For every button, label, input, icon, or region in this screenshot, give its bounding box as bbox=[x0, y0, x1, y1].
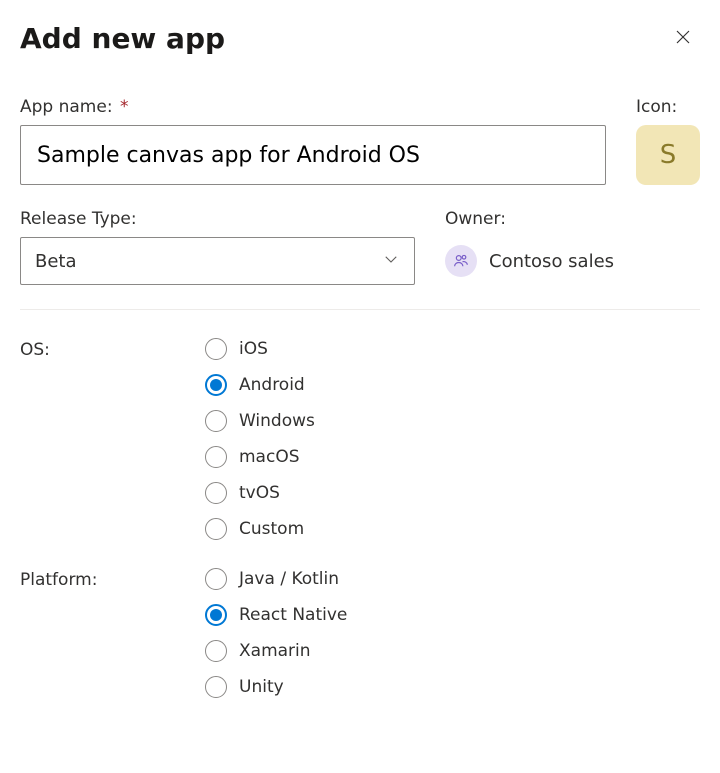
icon-label: Icon: bbox=[636, 97, 700, 117]
app-name-input[interactable] bbox=[20, 125, 606, 185]
os-option-label: tvOS bbox=[239, 483, 280, 503]
chevron-down-icon bbox=[382, 250, 400, 273]
owner-display[interactable]: Contoso sales bbox=[445, 237, 700, 285]
owner-label: Owner: bbox=[445, 209, 700, 229]
divider bbox=[20, 309, 700, 310]
os-option-label: Custom bbox=[239, 519, 304, 539]
radio-dot-icon bbox=[210, 609, 222, 621]
platform-option-label: React Native bbox=[239, 605, 347, 625]
platform-radio-group: Java / Kotlin React Native Xamarin Unity bbox=[205, 568, 347, 698]
radio-icon bbox=[205, 640, 227, 662]
release-type-label: Release Type: bbox=[20, 209, 415, 229]
radio-icon bbox=[205, 482, 227, 504]
platform-option-label: Java / Kotlin bbox=[239, 569, 339, 589]
platform-option[interactable]: Xamarin bbox=[205, 640, 347, 662]
owner-name: Contoso sales bbox=[489, 251, 614, 272]
radio-icon bbox=[205, 446, 227, 468]
os-option-label: Android bbox=[239, 375, 305, 395]
radio-icon bbox=[205, 568, 227, 590]
os-option-label: macOS bbox=[239, 447, 300, 467]
close-icon bbox=[674, 28, 692, 49]
app-name-label: App name: * bbox=[20, 97, 606, 117]
release-type-select[interactable]: Beta bbox=[20, 237, 415, 285]
platform-option[interactable]: React Native bbox=[205, 604, 347, 626]
platform-option-label: Xamarin bbox=[239, 641, 311, 661]
release-type-value: Beta bbox=[35, 251, 77, 272]
radio-icon bbox=[205, 374, 227, 396]
dialog-title: Add new app bbox=[20, 22, 225, 55]
os-option[interactable]: Windows bbox=[205, 410, 315, 432]
people-icon bbox=[445, 245, 477, 277]
radio-icon bbox=[205, 676, 227, 698]
platform-option[interactable]: Unity bbox=[205, 676, 347, 698]
close-button[interactable] bbox=[666, 20, 700, 57]
app-icon-letter: S bbox=[660, 140, 677, 170]
required-indicator: * bbox=[120, 97, 129, 117]
platform-label: Platform: bbox=[20, 568, 205, 590]
os-option-label: iOS bbox=[239, 339, 268, 359]
app-name-label-text: App name: bbox=[20, 97, 113, 117]
os-option[interactable]: Custom bbox=[205, 518, 315, 540]
radio-icon bbox=[205, 410, 227, 432]
platform-option-label: Unity bbox=[239, 677, 284, 697]
os-radio-group: iOS Android Windows macOS tvOS Custom bbox=[205, 338, 315, 540]
app-icon-tile[interactable]: S bbox=[636, 125, 700, 185]
os-option[interactable]: iOS bbox=[205, 338, 315, 360]
radio-icon bbox=[205, 604, 227, 626]
os-option[interactable]: Android bbox=[205, 374, 315, 396]
radio-icon bbox=[205, 338, 227, 360]
radio-dot-icon bbox=[210, 379, 222, 391]
os-option[interactable]: macOS bbox=[205, 446, 315, 468]
radio-icon bbox=[205, 518, 227, 540]
os-option[interactable]: tvOS bbox=[205, 482, 315, 504]
os-option-label: Windows bbox=[239, 411, 315, 431]
os-label: OS: bbox=[20, 338, 205, 360]
platform-option[interactable]: Java / Kotlin bbox=[205, 568, 347, 590]
